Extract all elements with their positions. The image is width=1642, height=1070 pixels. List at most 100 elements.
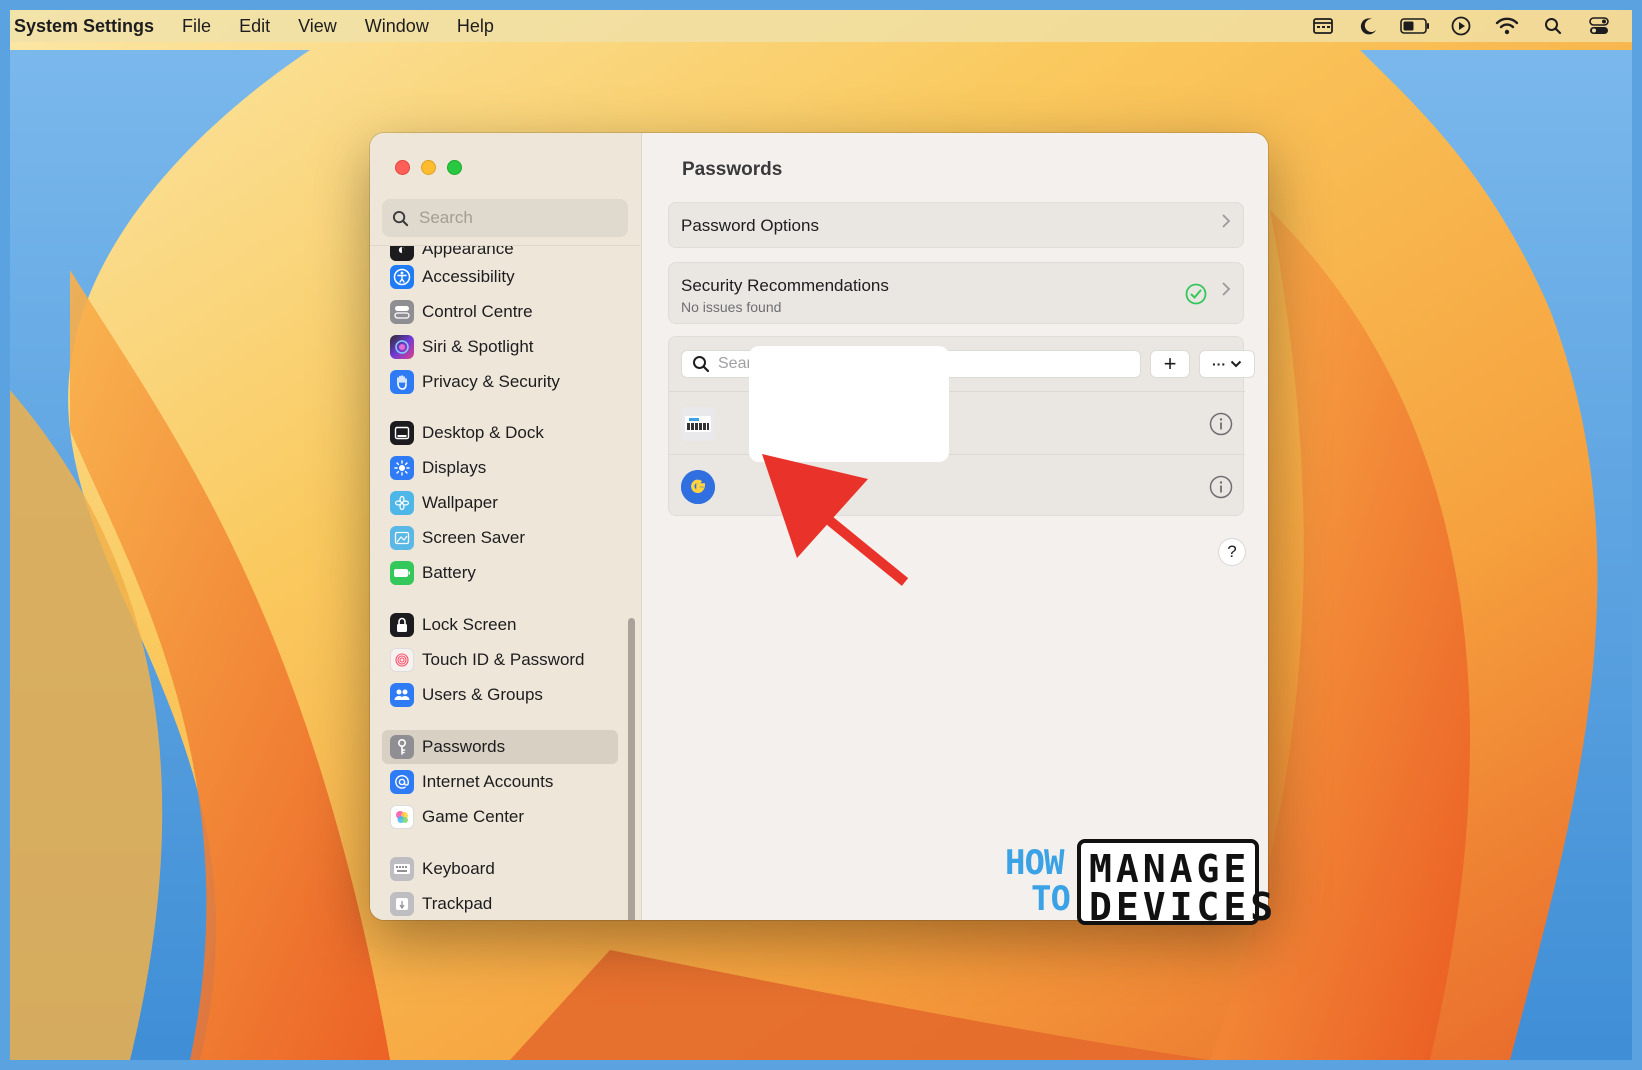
menu-help[interactable]: Help (457, 16, 494, 37)
sidebar-item-label: Passwords (422, 737, 506, 756)
sidebar-item-keyboard[interactable]: Keyboard (382, 852, 618, 886)
password-options-row[interactable]: Password Options (668, 202, 1244, 248)
help-button[interactable]: ? (1218, 538, 1246, 566)
screen-frame: System Settings File Edit View Window He… (0, 0, 1642, 1070)
site-favicon-icon (681, 407, 715, 441)
close-window-button[interactable] (395, 160, 410, 175)
sidebar-item-touch-id-password[interactable]: Touch ID & Password (382, 643, 618, 677)
control-center-icon[interactable] (1576, 10, 1622, 42)
redaction-box (749, 346, 949, 462)
info-icon[interactable] (1209, 475, 1233, 504)
battery-icon (390, 561, 414, 585)
appearance-icon: ◐ (390, 246, 414, 261)
calendar-icon[interactable] (1300, 10, 1346, 42)
settings-window: Search ◐ Appearance Accessibility Contro… (370, 133, 1268, 920)
logo-how-text: HOW (1005, 843, 1064, 883)
sidebar-item-label: Accessibility (422, 267, 515, 286)
sidebar-item-label: Keyboard (422, 859, 495, 878)
trackpad-icon (390, 892, 414, 916)
sidebar-item-label: Trackpad (422, 894, 493, 913)
menu-app-name[interactable]: System Settings (14, 16, 154, 37)
battery-icon[interactable] (1392, 10, 1438, 42)
sidebar-item-screen-saver[interactable]: Screen Saver (382, 521, 618, 555)
keyboard-icon (390, 857, 414, 881)
screen-saver-icon (390, 526, 414, 550)
sidebar-item-passwords[interactable]: Passwords (382, 730, 618, 764)
logo-box: MANAGE DEVICES (1077, 839, 1273, 929)
menu-window[interactable]: Window (365, 16, 429, 37)
security-recommendations-row[interactable]: Security Recommendations No issues found (668, 262, 1244, 324)
menu-bar: System Settings File Edit View Window He… (10, 10, 1632, 42)
sidebar-item-label: Internet Accounts (422, 772, 554, 791)
wifi-icon[interactable] (1484, 10, 1530, 42)
logo-devices-text: DEVICES (1089, 885, 1278, 929)
minimize-window-button[interactable] (421, 160, 436, 175)
info-icon[interactable] (1209, 412, 1233, 441)
menu-file[interactable]: File (182, 16, 211, 37)
lock-icon (390, 613, 414, 637)
add-password-button[interactable]: + (1150, 350, 1190, 378)
page-title: Passwords (682, 159, 783, 180)
sidebar-list: ◐ Appearance Accessibility Control Centr… (370, 245, 640, 920)
sidebar-search-input[interactable]: Search (382, 199, 628, 237)
menu-edit[interactable]: Edit (239, 16, 270, 37)
password-options-label: Password Options (681, 216, 819, 235)
at-icon (390, 770, 414, 794)
sidebar-item-label: Lock Screen (422, 615, 517, 634)
moon-icon[interactable] (1346, 10, 1392, 42)
sidebar-item-desktop-dock[interactable]: Desktop & Dock (382, 416, 618, 450)
sidebar-item-label: Users & Groups (422, 685, 543, 704)
sidebar-item-label: Game Center (422, 807, 525, 826)
password-list: Search + ··· (668, 336, 1255, 519)
sidebar-item-label: Battery (422, 563, 476, 582)
search-icon (693, 356, 710, 373)
ellipsis-icon: ··· (1212, 356, 1226, 372)
chevron-right-icon (1221, 281, 1231, 302)
users-icon (390, 683, 414, 707)
sidebar-item-trackpad[interactable]: Trackpad (382, 887, 618, 920)
sidebar-item-label: Privacy & Security (422, 372, 560, 391)
sidebar-item-internet-accounts[interactable]: Internet Accounts (382, 765, 618, 799)
menu-view[interactable]: View (298, 16, 337, 37)
sidebar-search-placeholder: Search (419, 208, 473, 227)
zoom-window-button[interactable] (447, 160, 462, 175)
security-recommendations-label: Security Recommendations (681, 276, 889, 295)
siri-icon (390, 335, 414, 359)
logo-to-text: TO (1031, 879, 1071, 919)
chevron-right-icon (1221, 213, 1231, 234)
google-favicon-icon (681, 470, 715, 504)
password-entry[interactable] (669, 455, 1245, 519)
sidebar-item-accessibility[interactable]: Accessibility (382, 260, 618, 294)
more-options-button[interactable]: ··· (1199, 350, 1255, 378)
hand-icon (390, 370, 414, 394)
sidebar-item-users-groups[interactable]: Users & Groups (382, 678, 618, 712)
sidebar-item-siri-spotlight[interactable]: Siri & Spotlight (382, 330, 618, 364)
sidebar-item-game-center[interactable]: Game Center (382, 800, 618, 834)
fingerprint-icon (390, 648, 414, 672)
sidebar-item-battery[interactable]: Battery (382, 556, 618, 590)
control-centre-icon (390, 300, 414, 324)
sidebar-item-label: Siri & Spotlight (422, 337, 534, 356)
sidebar-item-label: Wallpaper (422, 493, 498, 512)
sidebar-item-label: Displays (422, 458, 487, 477)
sidebar-item-label: Touch ID & Password (422, 650, 585, 669)
key-icon (390, 735, 414, 759)
sidebar-item-privacy-security[interactable]: Privacy & Security (382, 365, 618, 399)
sidebar-item-wallpaper[interactable]: Wallpaper (382, 486, 618, 520)
game-center-icon (390, 805, 414, 829)
content-pane: Passwords Password Options Security Reco… (642, 133, 1268, 920)
menu-bar-status-area (1300, 10, 1622, 42)
sidebar-item-control-centre[interactable]: Control Centre (382, 295, 618, 329)
sidebar: Search ◐ Appearance Accessibility Contro… (370, 133, 642, 920)
play-icon[interactable] (1438, 10, 1484, 42)
sidebar-item-displays[interactable]: Displays (382, 451, 618, 485)
sidebar-scrollbar[interactable] (628, 618, 635, 920)
sidebar-item-label: Desktop & Dock (422, 423, 544, 442)
sidebar-item-lock-screen[interactable]: Lock Screen (382, 608, 618, 642)
search-icon[interactable] (1530, 10, 1576, 42)
search-icon (392, 210, 409, 226)
howtomanagedevices-logo: HOW TO MANAGE DEVICES (1005, 835, 1275, 935)
dock-icon (390, 421, 414, 445)
sidebar-item-label: Control Centre (422, 302, 533, 321)
flower-icon (390, 491, 414, 515)
